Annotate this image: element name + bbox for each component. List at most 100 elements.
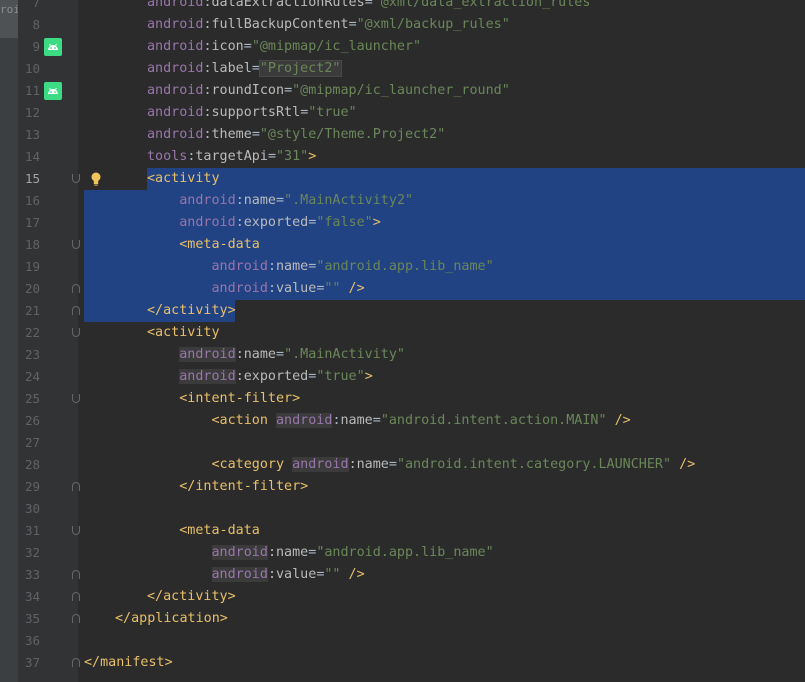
code-token: :: [267, 567, 276, 582]
code-line[interactable]: 19 android:name="android.app.lib_name": [0, 256, 805, 278]
code-token: />: [671, 457, 696, 472]
code-line[interactable]: 16 android:name=".MainActivity2": [0, 190, 805, 212]
android-icon[interactable]: [44, 38, 62, 56]
code-line[interactable]: 18 <meta-data: [0, 234, 805, 256]
code-token: android: [147, 17, 204, 32]
code-token: =: [267, 149, 276, 164]
code-token: =: [372, 413, 381, 428]
code-text: android:dataExtractionRules="@xml/data_e…: [147, 0, 598, 14]
fold-close-icon[interactable]: [72, 658, 80, 667]
code-token: android: [179, 215, 236, 230]
line-number: 34: [24, 589, 40, 604]
code-token: label: [211, 61, 252, 76]
code-text: </activity>: [147, 586, 236, 608]
code-line[interactable]: 14 tools:targetApi="31">: [0, 146, 805, 168]
line-number: 16: [24, 193, 40, 208]
line-number: 15: [24, 171, 40, 186]
code-line[interactable]: 33 android:value="" />: [0, 564, 805, 586]
code-token: >: [372, 215, 381, 230]
fold-open-icon[interactable]: [72, 526, 80, 535]
intention-bulb-icon[interactable]: [90, 171, 102, 187]
fold-close-icon[interactable]: [72, 306, 80, 315]
code-line[interactable]: 28 <category android:name="android.inten…: [0, 454, 805, 476]
code-token: =: [284, 83, 293, 98]
code-text: android:fullBackupContent="@xml/backup_r…: [147, 14, 510, 36]
code-line[interactable]: 35 </application>: [0, 608, 805, 630]
fold-close-icon[interactable]: [72, 284, 80, 293]
code-line[interactable]: 8 android:fullBackupContent="@xml/backup_…: [0, 14, 805, 36]
code-token: "android.intent.category.LAUNCHER": [396, 457, 672, 472]
code-line[interactable]: 21 </activity>: [0, 300, 805, 322]
code-token: android: [147, 61, 204, 76]
code-line[interactable]: 30: [0, 498, 805, 520]
code-token: android: [211, 545, 268, 560]
fold-open-icon[interactable]: [72, 240, 80, 249]
code-token: />: [340, 281, 365, 296]
code-line[interactable]: 29 </intent-filter>: [0, 476, 805, 498]
code-token: "31": [276, 149, 309, 164]
line-number: 9: [32, 39, 40, 54]
code-token: :: [203, 105, 212, 120]
code-line[interactable]: 12 android:supportsRtl="true": [0, 102, 805, 124]
code-line[interactable]: 37 </manifest>: [0, 652, 805, 674]
code-line[interactable]: 31 <meta-data: [0, 520, 805, 542]
code-token: :: [267, 545, 276, 560]
fold-close-icon[interactable]: [72, 614, 80, 623]
line-number: 36: [24, 633, 40, 648]
fold-open-icon[interactable]: [72, 174, 80, 183]
code-line[interactable]: 34 </activity>: [0, 586, 805, 608]
code-token: "android.intent.action.MAIN": [380, 413, 607, 428]
line-number: 14: [24, 149, 40, 164]
code-token: android: [211, 567, 268, 582]
code-token: fullBackupContent: [211, 17, 349, 32]
code-token: <activity: [147, 171, 220, 186]
code-token: <meta-data: [179, 523, 260, 538]
fold-close-icon[interactable]: [72, 592, 80, 601]
line-number: 19: [24, 259, 40, 274]
code-text: android:supportsRtl="true": [147, 102, 357, 124]
code-line[interactable]: 17 android:exported="false">: [0, 212, 805, 234]
fold-open-icon[interactable]: [72, 328, 80, 337]
fold-open-icon[interactable]: [72, 394, 80, 403]
code-line[interactable]: 26 <action android:name="android.intent.…: [0, 410, 805, 432]
code-token: "true": [316, 369, 365, 384]
code-text: <meta-data: [147, 520, 260, 542]
code-token: :: [203, 61, 212, 76]
fold-close-icon[interactable]: [72, 482, 80, 491]
code-line[interactable]: 11 android:roundIcon="@mipmap/ic_launcher…: [0, 80, 805, 102]
code-token: android: [211, 281, 268, 296]
code-token: android: [147, 83, 204, 98]
code-line[interactable]: 15 <activity: [0, 168, 805, 190]
code-token: "android.app.lib_name": [316, 259, 494, 274]
code-line[interactable]: 7 android:dataExtractionRules="@xml/data_…: [0, 0, 805, 14]
code-line[interactable]: 24 android:exported="true">: [0, 366, 805, 388]
code-line[interactable]: 22 <activity: [0, 322, 805, 344]
code-token: />: [606, 413, 631, 428]
fold-close-icon[interactable]: [72, 570, 80, 579]
code-line[interactable]: 36: [0, 630, 805, 652]
code-line[interactable]: 20 android:value="" />: [0, 278, 805, 300]
code-token: :: [267, 259, 276, 274]
line-number: 10: [24, 61, 40, 76]
code-line[interactable]: 32 android:name="android.app.lib_name": [0, 542, 805, 564]
code-text: android:label="Project2": [147, 58, 342, 80]
code-line[interactable]: 13 android:theme="@style/Theme.Project2": [0, 124, 805, 146]
code-line[interactable]: 10 android:label="Project2": [0, 58, 805, 80]
code-token: =: [251, 127, 260, 142]
code-token: :: [203, 0, 212, 10]
code-text: android:name=".MainActivity": [147, 344, 405, 366]
code-line[interactable]: 25 <intent-filter>: [0, 388, 805, 410]
code-line[interactable]: 23 android:name=".MainActivity": [0, 344, 805, 366]
code-token: >: [364, 369, 373, 384]
code-line[interactable]: 27: [0, 432, 805, 454]
code-line[interactable]: 9 android:icon="@mipmap/ic_launcher": [0, 36, 805, 58]
android-icon[interactable]: [44, 82, 62, 100]
